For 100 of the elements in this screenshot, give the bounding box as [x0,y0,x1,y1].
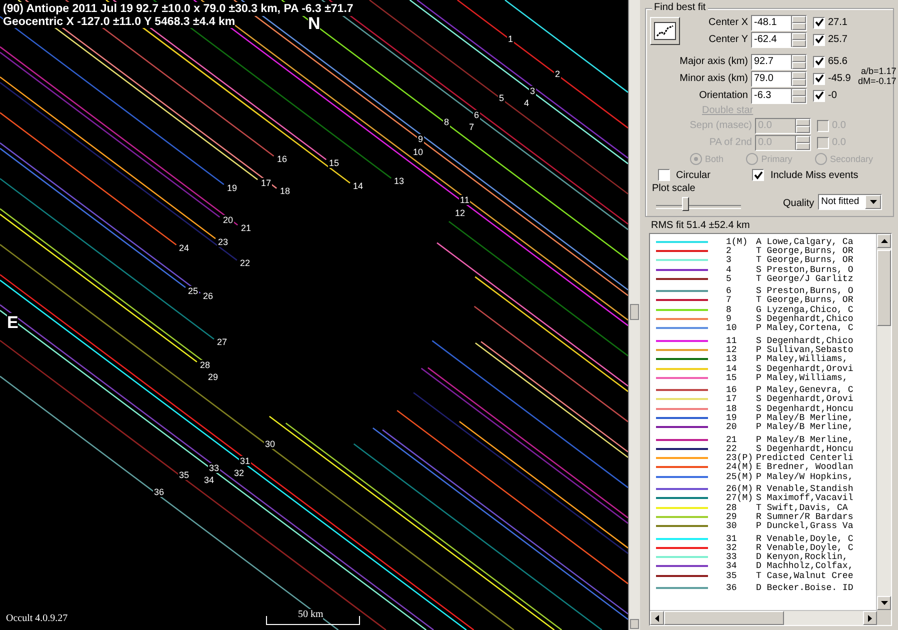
observer-name: T George,Burns, OR [756,246,854,256]
chord-number: 19 [725,413,738,423]
chord-label: 16 [276,154,288,164]
chord-label: 20 [222,215,234,225]
chord-label: 31 [239,456,252,466]
checkbox[interactable] [813,90,825,102]
chord-number: 35 [725,570,738,581]
checkbox[interactable] [752,169,764,181]
observer-name: E Bredner, Woodlan [756,462,854,472]
fit-result: 65.6 [828,56,848,67]
chord-label: 8 [443,117,450,127]
chord-number: 3 [725,255,732,266]
chord-number: 6 [725,286,732,296]
plot-scale-slider[interactable] [656,195,741,213]
parameter-label: Minor axis (km) [678,73,749,84]
observer-name: S Degenhardt,Honcu [756,444,854,454]
observer-name: S Degenhardt,Chico [756,314,854,324]
caret-icon [870,200,877,204]
observer-name: S Preston,Burns, O [756,286,854,296]
chord-label: 18 [279,186,292,196]
observer-name: S Degenhardt,Orovi [756,364,854,374]
chord-label: 27 [216,337,228,347]
observer-name: T George,Burns, OR [756,255,854,266]
chord-label: 14 [352,181,364,191]
chord-label: 36 [153,487,166,497]
chord-number: 27(M) [725,493,754,504]
chord-number: 36 [725,583,738,594]
chord-number: 25(M) [725,472,754,482]
chord-label: 7 [468,122,476,132]
chord-number: 7 [725,295,732,306]
chord-number: 13 [725,354,738,364]
observer-name: S Degenhardt,Orovi [756,394,854,404]
parameter-label: Center X [708,17,749,28]
list-scrollbar[interactable] [876,234,891,610]
scale-label: 50 km [298,609,324,620]
spin-field[interactable]: -48.1 [751,14,807,30]
observer-name: S Degenhardt,Chico [756,336,854,346]
right-arrow-icon[interactable] [868,614,872,622]
checkbox[interactable] [813,56,825,68]
chord-label: 25 [187,286,200,296]
chord-number: 23(P) [725,453,754,464]
chord-number: 29 [725,512,738,522]
down-arrow-icon[interactable] [880,601,888,605]
chord-number: 22 [725,444,737,454]
observer-name: T Swift,Davis, CA [756,502,848,513]
chord-number: 34 [725,561,738,572]
vertical-scrollbar[interactable] [628,0,640,630]
chord-label: 6 [473,110,480,120]
observer-name: P Maley/B Merline, [756,434,854,445]
fit-result: -45.9 [828,73,852,84]
observer-name: S Degenhardt,Honcu [756,404,854,414]
observer-name: P Maley,Williams, [756,372,848,383]
checkbox[interactable] [813,16,825,28]
observer-name: R Venable,Standish [756,484,854,494]
chord-number: 12 [725,344,738,355]
chord-number: 16 [725,385,738,396]
observer-name: P Maley,Cortena, C [756,323,854,334]
chord-label: 35 [178,470,190,480]
checkbox[interactable] [813,34,825,46]
chord-number: 14 [725,364,738,374]
chord-label: 21 [240,223,252,233]
chord-number: 1(M) [725,236,749,247]
chord-label: 9 [417,134,424,144]
quality-dropdown[interactable]: Not fitted [818,194,882,210]
fit-button[interactable] [650,17,680,45]
chord-number: 5 [725,274,732,284]
spin-field[interactable]: 79.0 [751,70,807,86]
up-arrow-icon[interactable] [880,239,888,243]
slider-label: Plot scale [652,183,696,194]
observer-name: G Lyzenga,Chico, C [756,304,854,315]
scroll-thumb[interactable] [877,250,891,326]
observer-name: T Case,Walnut Cree [756,570,854,581]
chord-label: 1 [507,34,514,44]
spin-field[interactable]: -6.3 [751,88,807,104]
chord-label: 4 [523,98,530,108]
observer-name: P Maley,Williams, [756,354,848,364]
observer-name: T George/J Garlitz [756,274,854,284]
chord-number: 8 [725,304,732,315]
observer-name: R Sumner/R Bardars [756,512,854,522]
chord-label: 23 [217,237,230,247]
chord-label: 10 [412,147,424,157]
checkbox[interactable] [813,72,825,84]
spin-field[interactable]: -62.4 [751,32,807,48]
observer-name: P Sullivan,Sebasto [756,344,854,355]
fit-result: 27.1 [828,17,848,28]
version-label: Occult 4.0.9.27 [6,613,68,624]
fit-result: -0 [828,90,838,101]
scroll-thumb[interactable] [664,611,784,625]
horizontal-scrollbar[interactable] [650,610,877,625]
left-arrow-icon[interactable] [655,614,659,622]
chord-number: 2 [725,246,732,256]
spin-field[interactable]: 92.7 [751,54,807,70]
chord-number: 30 [725,521,738,532]
chord-label: 17 [260,178,272,188]
chord-label: 11 [459,195,470,205]
chord-number: 24(M) [725,462,754,472]
observer-name: P Maley/B Merline, [756,413,854,423]
checkbox[interactable] [658,169,670,181]
slider-thumb[interactable] [682,197,689,211]
parameter-label: Orientation [698,90,749,101]
